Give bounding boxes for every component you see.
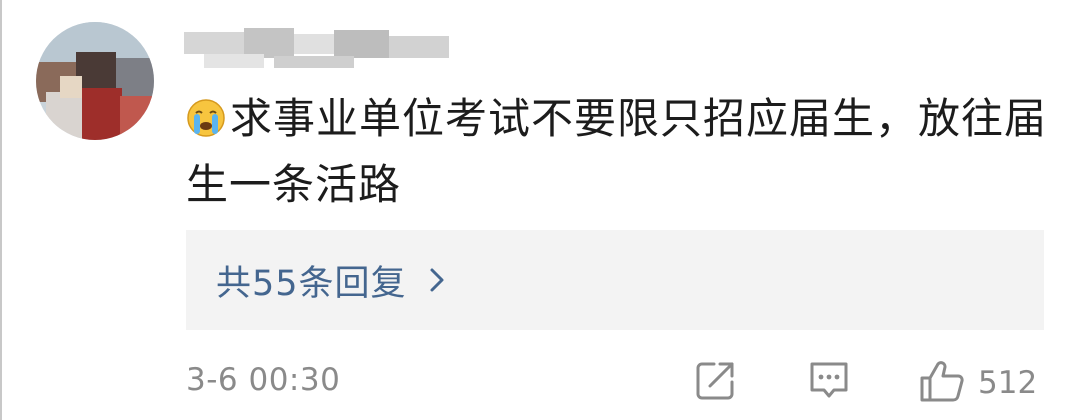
comment-footer: 3-6 00:30 512 — [186, 358, 1044, 408]
share-icon — [694, 358, 738, 406]
chevron-right-icon — [427, 266, 447, 294]
left-border — [0, 0, 2, 420]
comment-timestamp: 3-6 00:30 — [186, 362, 341, 398]
username-blurred[interactable] — [184, 26, 454, 70]
like-count: 512 — [978, 365, 1038, 401]
crying-face-emoji-icon — [186, 91, 226, 137]
share-button[interactable] — [694, 358, 738, 406]
replies-count-label: 共55条回复 — [216, 263, 407, 304]
comment-icon — [806, 358, 852, 408]
comment-text: 求事业单位考试不要限只招应届生，放往届生一条活路 — [186, 86, 1056, 218]
thumbs-up-icon — [918, 358, 966, 408]
like-button[interactable]: 512 — [918, 358, 1037, 408]
avatar[interactable] — [36, 22, 154, 140]
comment-body-text: 求事业单位考试不要限只招应届生，放往届生一条活路 — [186, 94, 1048, 209]
view-replies-button[interactable]: 共55条回复 — [186, 230, 1044, 330]
comment-button[interactable] — [806, 358, 852, 408]
